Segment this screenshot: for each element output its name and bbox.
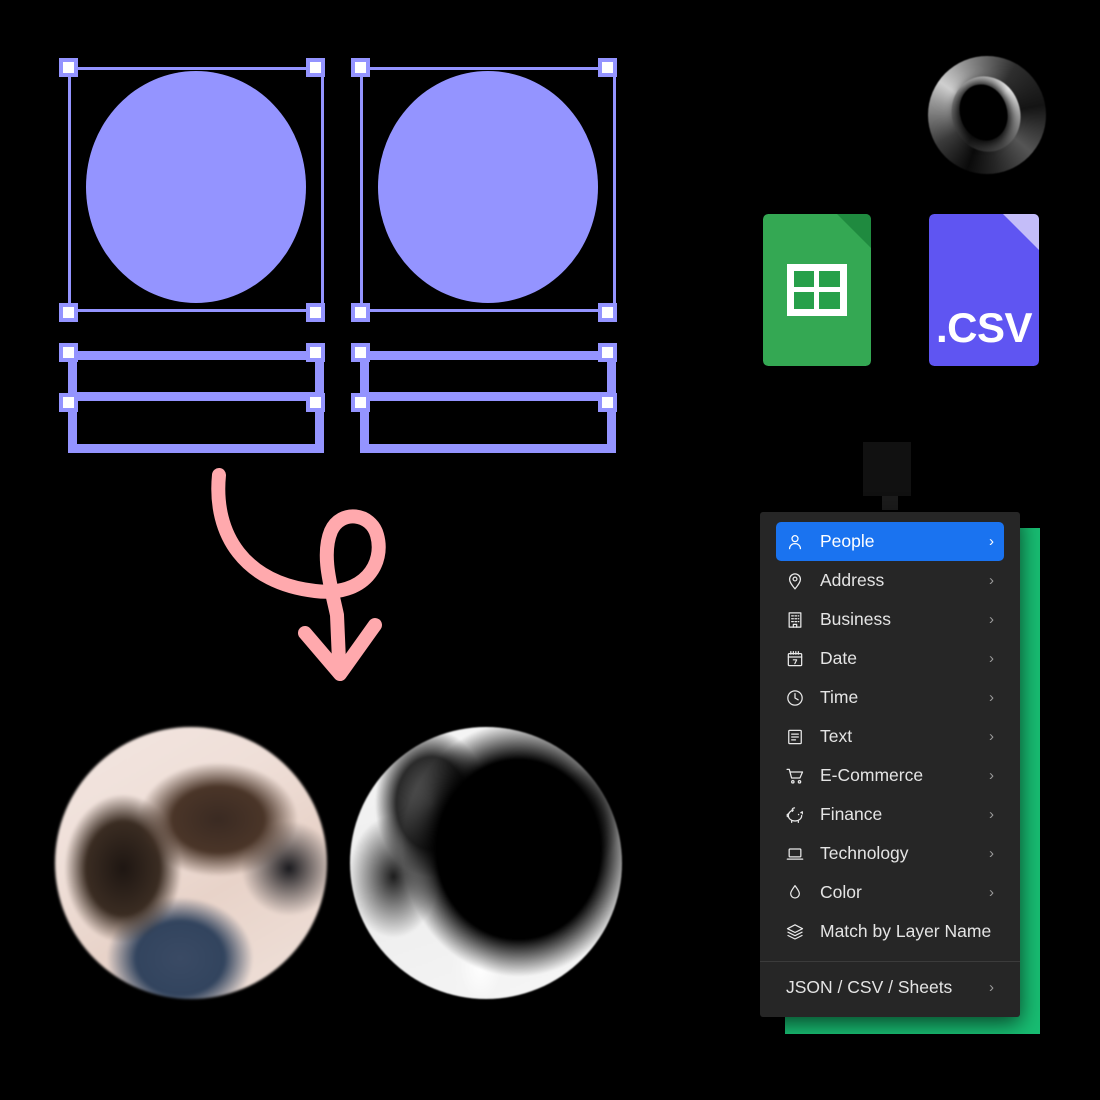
menu-item-label: E-Commerce bbox=[820, 765, 924, 785]
menu-footer: JSON / CSV / Sheets › bbox=[760, 968, 1020, 1017]
resize-handle-lower-left[interactable] bbox=[59, 343, 78, 362]
resize-handle-mid-right[interactable] bbox=[598, 303, 617, 322]
menu-list: People › Address › Business › Date › Tim… bbox=[760, 522, 1020, 951]
chevron-right-icon: › bbox=[989, 845, 994, 862]
chevron-right-icon: › bbox=[989, 650, 994, 667]
torus-body bbox=[928, 56, 1046, 174]
resize-handle-lower-right[interactable] bbox=[306, 343, 325, 362]
droplet-icon bbox=[784, 882, 806, 904]
menu-item-match-by-layer-name[interactable]: Match by Layer Name bbox=[776, 912, 1004, 951]
menu-item-label: Match by Layer Name bbox=[820, 921, 992, 941]
resize-handle-bottom-left[interactable] bbox=[59, 393, 78, 412]
resize-handle-top-right[interactable] bbox=[598, 58, 617, 77]
menu-anchor-chip[interactable] bbox=[863, 442, 911, 496]
grid-cell bbox=[793, 292, 815, 309]
menu-item-label: Finance bbox=[820, 804, 883, 824]
csv-file-fold-icon bbox=[1003, 214, 1039, 250]
resize-handle-bottom-left[interactable] bbox=[351, 393, 370, 412]
calendar-icon bbox=[784, 648, 806, 670]
menu-item-json-csv-sheets[interactable]: JSON / CSV / Sheets › bbox=[776, 968, 1004, 1007]
menu-item-address[interactable]: Address › bbox=[776, 561, 1004, 600]
resize-handle-mid-right[interactable] bbox=[306, 303, 325, 322]
curly-arrow-icon bbox=[211, 468, 386, 681]
chevron-right-icon: › bbox=[989, 884, 994, 901]
selection-group-left[interactable] bbox=[50, 55, 330, 453]
resize-handle-top-left[interactable] bbox=[351, 58, 370, 77]
laptop-icon bbox=[784, 843, 806, 865]
grid-cell bbox=[819, 271, 841, 288]
chevron-right-icon: › bbox=[989, 611, 994, 628]
text-lines-icon bbox=[784, 726, 806, 748]
subtitle-placeholder-bar[interactable] bbox=[360, 444, 616, 453]
spreadsheet-grid-icon bbox=[786, 264, 848, 316]
menu-item-ecommerce[interactable]: E-Commerce › bbox=[776, 756, 1004, 795]
content-source-menu[interactable]: People › Address › Business › Date › Tim… bbox=[760, 512, 1020, 1017]
menu-item-time[interactable]: Time › bbox=[776, 678, 1004, 717]
resize-handle-top-right[interactable] bbox=[306, 58, 325, 77]
chevron-right-icon: › bbox=[989, 533, 994, 550]
menu-item-label: JSON / CSV / Sheets bbox=[786, 977, 953, 997]
menu-item-finance[interactable]: Finance › bbox=[776, 795, 1004, 834]
resize-handle-bottom-right[interactable] bbox=[306, 393, 325, 412]
avatar-photo-2[interactable] bbox=[350, 727, 622, 999]
resize-handle-mid-left[interactable] bbox=[59, 303, 78, 322]
canvas-stage: .CSV People › Address › Business › Date … bbox=[0, 0, 1100, 1100]
menu-item-label: Color bbox=[820, 882, 862, 902]
menu-item-date[interactable]: Date › bbox=[776, 639, 1004, 678]
menu-item-label: Text bbox=[820, 726, 853, 746]
menu-item-business[interactable]: Business › bbox=[776, 600, 1004, 639]
chevron-right-icon: › bbox=[989, 767, 994, 784]
resize-handle-lower-left[interactable] bbox=[351, 343, 370, 362]
resize-handle-bottom-right[interactable] bbox=[598, 393, 617, 412]
piggy-bank-icon bbox=[784, 804, 806, 826]
building-icon bbox=[784, 609, 806, 631]
selection-group-right[interactable] bbox=[342, 55, 622, 453]
csv-file[interactable]: .CSV bbox=[929, 214, 1039, 366]
sheets-file-fold-icon bbox=[837, 214, 871, 248]
title-placeholder-bar[interactable] bbox=[68, 351, 324, 360]
title-placeholder-bar-bottom[interactable] bbox=[68, 392, 324, 401]
torus-3d-shape bbox=[928, 56, 1046, 174]
menu-anchor-notch bbox=[882, 496, 898, 510]
shopping-cart-icon bbox=[784, 765, 806, 787]
title-placeholder-bar-bottom[interactable] bbox=[360, 392, 616, 401]
grid-cell bbox=[793, 271, 815, 288]
chevron-right-icon: › bbox=[989, 689, 994, 706]
menu-item-color[interactable]: Color › bbox=[776, 873, 1004, 912]
layers-icon bbox=[784, 921, 806, 943]
grid-cell bbox=[819, 292, 841, 309]
chevron-right-icon: › bbox=[989, 806, 994, 823]
menu-divider bbox=[760, 961, 1020, 962]
map-pin-icon bbox=[784, 570, 806, 592]
menu-item-people[interactable]: People › bbox=[776, 522, 1004, 561]
title-placeholder-bar[interactable] bbox=[360, 351, 616, 360]
selection-frame-circle bbox=[68, 67, 324, 312]
resize-handle-lower-right[interactable] bbox=[598, 343, 617, 362]
avatar-photo-1[interactable] bbox=[55, 727, 327, 999]
resize-handle-mid-left[interactable] bbox=[351, 303, 370, 322]
person-icon bbox=[784, 531, 806, 553]
subtitle-placeholder-bar[interactable] bbox=[68, 444, 324, 453]
menu-item-label: Address bbox=[820, 570, 885, 590]
chevron-right-icon: › bbox=[989, 728, 994, 745]
curly-arrow bbox=[205, 465, 415, 685]
resize-handle-top-left[interactable] bbox=[59, 58, 78, 77]
menu-item-text[interactable]: Text › bbox=[776, 717, 1004, 756]
menu-item-label: People bbox=[820, 531, 875, 551]
selection-frame-circle bbox=[360, 67, 616, 312]
chevron-right-icon: › bbox=[989, 979, 994, 996]
menu-item-label: Business bbox=[820, 609, 892, 629]
csv-file-label: .CSV bbox=[935, 304, 1033, 351]
chevron-right-icon: › bbox=[989, 572, 994, 589]
menu-item-label: Technology bbox=[820, 843, 909, 863]
menu-item-technology[interactable]: Technology › bbox=[776, 834, 1004, 873]
menu-item-label: Time bbox=[820, 687, 859, 707]
google-sheets-file[interactable] bbox=[763, 214, 871, 366]
clock-icon bbox=[784, 687, 806, 709]
menu-item-label: Date bbox=[820, 648, 857, 668]
